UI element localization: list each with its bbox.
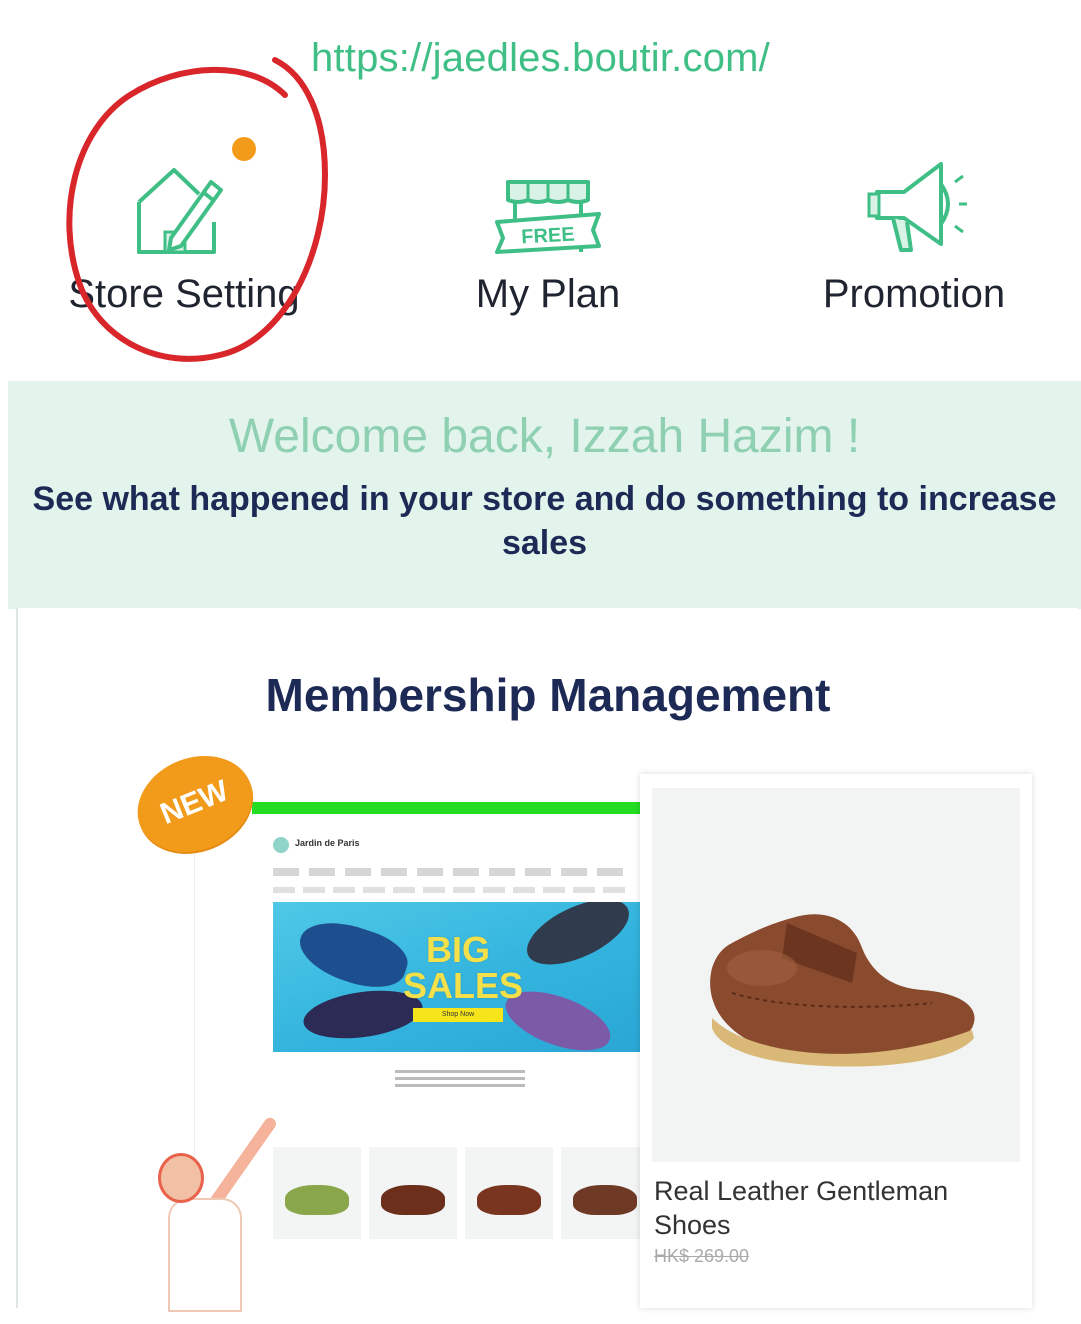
shortcut-bar: Store Setting FREE My Plan Promotion [0, 137, 1081, 340]
banner-shop-button: Shop Now [413, 1008, 503, 1022]
store-setting-label: Store Setting [68, 272, 300, 316]
product-image [652, 788, 1020, 1162]
store-setting-button[interactable]: Store Setting [34, 137, 334, 340]
banner-text: BIG SALES [403, 929, 524, 1006]
site-logo-icon [273, 837, 289, 853]
site-store-name: Jardin de Paris [295, 838, 360, 848]
leather-shoe-image [710, 914, 975, 1067]
product-card: Real Leather Gentleman Shoes HK$ 269.00 [640, 774, 1032, 1308]
site-banner: BIG SALES Shop Now [273, 902, 643, 1052]
notification-dot [232, 137, 256, 161]
site-product-thumbnails [273, 1147, 649, 1242]
my-plan-button[interactable]: FREE My Plan [398, 140, 698, 340]
site-category-nav [273, 887, 633, 893]
product-price: HK$ 269.00 [654, 1246, 750, 1266]
welcome-panel: Welcome back, Izzah Hazim ! See what hap… [8, 381, 1081, 609]
product-thumbnail [369, 1147, 457, 1239]
site-nav [273, 868, 633, 876]
promotion-button[interactable]: Promotion [764, 140, 1064, 340]
site-announcement-bar [252, 802, 642, 814]
product-thumbnail [273, 1147, 361, 1239]
welcome-title: Welcome back, Izzah Hazim ! [228, 410, 861, 463]
store-edit-icon [137, 168, 223, 254]
free-badge-text: FREE [521, 224, 575, 249]
new-badge-text: NEW [155, 774, 234, 832]
product-thumbnail [465, 1147, 553, 1239]
product-name: Real Leather Gentleman Shoes [654, 1176, 949, 1240]
membership-management-card[interactable]: Membership Management Jardin de Paris BI… [16, 608, 1078, 1312]
store-url-link[interactable]: https://jaedles.boutir.com/ [0, 36, 1081, 81]
megaphone-icon [867, 162, 967, 252]
illustration-person-body [168, 1198, 242, 1312]
my-plan-label: My Plan [475, 272, 621, 316]
free-plan-icon: FREE [495, 180, 601, 254]
illustration-person-head [158, 1153, 204, 1203]
product-thumbnail [561, 1147, 649, 1239]
promotion-label: Promotion [822, 272, 1006, 316]
store-preview-image: Jardin de Paris BIG SALES Shop Now [194, 802, 649, 1272]
site-body-text [395, 1070, 525, 1090]
membership-card-title: Membership Management [265, 669, 831, 721]
welcome-subtitle: See what happened in your store and do s… [32, 480, 1057, 562]
